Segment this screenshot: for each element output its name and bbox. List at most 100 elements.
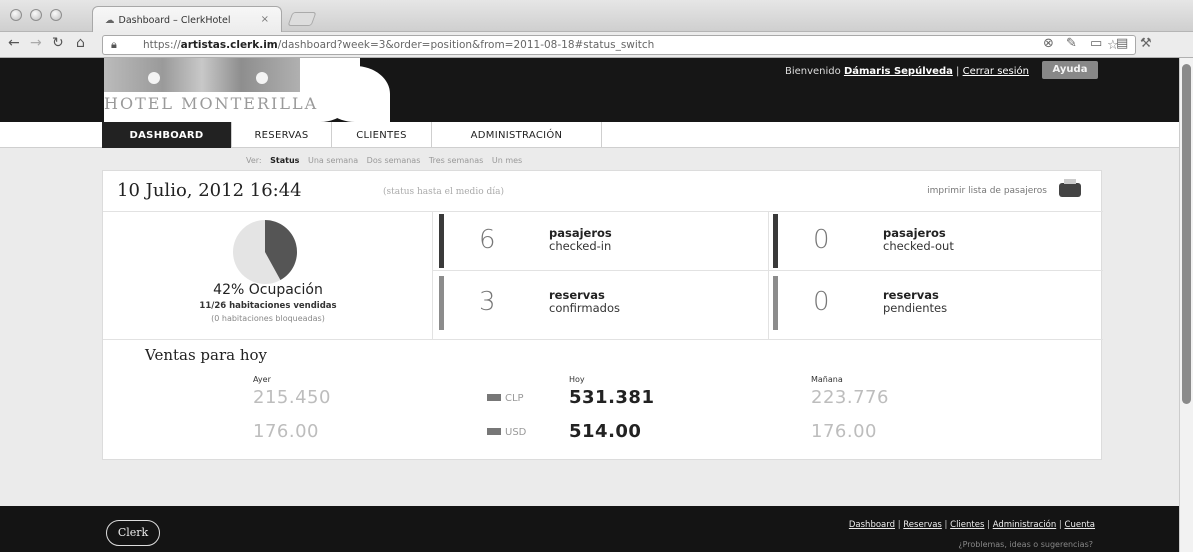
stat-label: reservas: [883, 288, 939, 302]
reload-icon[interactable]: ↻: [52, 35, 64, 51]
footer-links: Dashboard | Reservas | Clientes | Admini…: [848, 520, 1095, 530]
view-option-status[interactable]: Status: [270, 156, 299, 165]
new-tab-button[interactable]: [287, 12, 317, 26]
logout-link[interactable]: Cerrar sesión: [963, 66, 1029, 77]
stat-sublabel: pendientes: [883, 301, 948, 315]
occupancy-box: 42% Ocupación 11/26 habitaciones vendida…: [103, 212, 433, 339]
footer-link-clientes[interactable]: Clientes: [950, 520, 984, 530]
scrollbar-thumb[interactable]: [1182, 64, 1191, 404]
back-arrow-icon[interactable]: ←: [8, 35, 20, 51]
view-prefix: Ver:: [246, 156, 262, 165]
footer-link-reservas[interactable]: Reservas: [903, 520, 942, 530]
wrench-menu-icon[interactable]: ⚒: [1140, 36, 1152, 51]
currency-clp: CLP: [487, 393, 524, 404]
web-page: HOTEL MONTERILLA Bienvenido Dámaris Sepú…: [0, 58, 1193, 552]
sales-caption: Mañana: [811, 375, 843, 384]
sales-caption: Hoy: [569, 375, 585, 384]
browser-tab[interactable]: ☁ Dashboard – ClerkHotel ×: [92, 6, 282, 33]
welcome-bar: Bienvenido Dámaris Sepúlveda | Cerrar se…: [785, 66, 1029, 77]
tab-close-icon[interactable]: ×: [261, 14, 269, 25]
status-date-note: (status hasta el medio día): [383, 187, 504, 197]
browser-titlebar: ☁ Dashboard – ClerkHotel ×: [0, 0, 1193, 33]
status-date: 10 Julio, 2012 16:44: [117, 180, 302, 201]
hotel-logo-image: [104, 58, 300, 92]
occupancy-pie-chart: [233, 220, 298, 284]
view-option-un-mes[interactable]: Un mes: [492, 156, 522, 165]
cast-icon[interactable]: ▭: [1090, 36, 1102, 51]
sales-clp-value: 223.776: [811, 387, 889, 408]
stat-checked-in: 6 pasajeros checked-in: [435, 212, 765, 270]
stat-confirmed: 3 reservas confirmados: [435, 274, 765, 332]
sales-clp-value: 531.381: [569, 387, 655, 408]
usd-flag-icon: [487, 428, 501, 435]
cloud-icon: ☁: [105, 15, 115, 26]
divider: [103, 339, 1103, 340]
stat-bar: [773, 214, 778, 268]
lock-icon: 🔒︎: [111, 38, 117, 51]
separator: |: [956, 66, 960, 77]
extension-icon[interactable]: ⊗: [1043, 36, 1054, 51]
close-window-button[interactable]: [10, 9, 22, 21]
tab-clientes[interactable]: CLIENTES: [332, 122, 432, 148]
stat-sublabel: checked-in: [549, 239, 612, 253]
zoom-window-button[interactable]: [50, 9, 62, 21]
stat-bar: [773, 276, 778, 330]
url-host: artistas.clerk.im: [180, 39, 278, 51]
stat-sublabel: checked-out: [883, 239, 954, 253]
sales-usd-value: 176.00: [811, 421, 877, 442]
footer-link-cuenta[interactable]: Cuenta: [1065, 520, 1095, 530]
help-button[interactable]: Ayuda: [1042, 61, 1098, 79]
footer-feedback-link[interactable]: ¿Problemas, ideas o sugerencias?: [958, 540, 1093, 549]
footer-link-dashboard[interactable]: Dashboard: [849, 520, 895, 530]
main-menu: DASHBOARD RESERVAS CLIENTES ADMINISTRACI…: [0, 122, 1179, 148]
sales-today: Hoy 531.381 514.00: [569, 375, 654, 455]
view-option-una-semana[interactable]: Una semana: [308, 156, 358, 165]
url-path: /dashboard?week=3&order=position&from=20…: [277, 39, 655, 51]
stat-number: 3: [479, 287, 496, 317]
sales-yesterday: Ayer 215.450 176.00: [253, 375, 331, 455]
page-scrollbar[interactable]: [1179, 58, 1193, 552]
view-option-dos-semanas[interactable]: Dos semanas: [367, 156, 421, 165]
home-icon[interactable]: ⌂: [76, 35, 85, 51]
rooms-sold: 11/26 habitaciones vendidas: [199, 301, 337, 311]
page-menu-icon[interactable]: ▤: [1116, 36, 1128, 51]
site-header: HOTEL MONTERILLA Bienvenido Dámaris Sepú…: [0, 58, 1179, 122]
address-bar[interactable]: 🔒︎ https://artistas.clerk.im/dashboard?w…: [102, 35, 1136, 55]
print-passenger-list-link[interactable]: imprimir lista de pasajeros: [927, 186, 1047, 196]
clerk-logo[interactable]: Clerk: [106, 520, 160, 546]
stat-checked-out: 0 pasajeros checked-out: [769, 212, 1099, 270]
sales-usd-value: 176.00: [253, 421, 319, 442]
view-option-tres-semanas[interactable]: Tres semanas: [429, 156, 483, 165]
stat-number: 6: [479, 225, 496, 255]
tab-administracion[interactable]: ADMINISTRACIÓN: [432, 122, 602, 148]
welcome-prefix: Bienvenido: [784, 66, 841, 77]
browser-navbar: ← → ↻ ⌂ 🔒︎ https://artistas.clerk.im/das…: [0, 32, 1193, 58]
site-footer: Clerk Dashboard | Reservas | Clientes | …: [0, 506, 1179, 552]
stat-bar: [439, 214, 444, 268]
extension-puzzle-icon[interactable]: ✎: [1066, 36, 1077, 51]
user-name-link[interactable]: Dámaris Sepúlveda: [844, 66, 953, 77]
stat-sublabel: confirmados: [549, 301, 620, 315]
footer-link-administracion[interactable]: Administración: [993, 520, 1057, 530]
stat-number: 0: [813, 287, 830, 317]
tab-dashboard[interactable]: DASHBOARD: [102, 122, 232, 148]
tab-title: Dashboard – ClerkHotel: [118, 15, 231, 26]
clp-flag-icon: [487, 394, 501, 401]
sales-tomorrow: Mañana 223.776 176.00: [811, 375, 889, 455]
printer-icon[interactable]: [1059, 179, 1081, 197]
rooms-blocked: (0 habitaciones bloqueadas): [211, 314, 325, 323]
stat-label: reservas: [549, 288, 605, 302]
status-panel: 10 Julio, 2012 16:44 (status hasta el me…: [102, 170, 1103, 460]
sales-caption: Ayer: [253, 375, 271, 384]
minimize-window-button[interactable]: [30, 9, 42, 21]
forward-arrow-icon[interactable]: →: [30, 35, 42, 51]
sales-usd-value: 514.00: [569, 421, 642, 442]
url-scheme: https://: [143, 39, 181, 51]
stat-label: pasajeros: [883, 226, 946, 240]
stat-bar: [439, 276, 444, 330]
occupancy-title: 42% Ocupación: [213, 282, 323, 298]
view-switcher: Ver: Status Una semana Dos semanas Tres …: [246, 156, 528, 165]
tab-reservas[interactable]: RESERVAS: [232, 122, 332, 148]
currency-usd: USD: [487, 427, 526, 438]
sales-clp-value: 215.450: [253, 387, 331, 408]
